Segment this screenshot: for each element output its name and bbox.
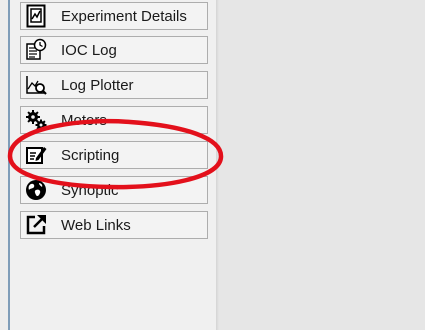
sidebar-item-label: Scripting (61, 146, 120, 164)
sidebar-item-ioc-log[interactable]: IOC Log (20, 36, 208, 64)
external-link-icon (21, 212, 51, 238)
sidebar-item-label: Log Plotter (61, 76, 134, 94)
sidebar-item-scripting[interactable]: Scripting (20, 141, 208, 169)
ioc-log-icon (21, 37, 51, 63)
log-plotter-icon (21, 72, 51, 98)
panel-divider (216, 0, 219, 330)
globe-icon (21, 177, 51, 203)
sidebar-item-label: Experiment Details (61, 7, 187, 25)
sidebar-item-experiment-details[interactable]: Experiment Details (20, 2, 208, 30)
sidebar-item-label: Synoptic (61, 181, 119, 199)
sidebar-item-motors[interactable]: Motors (20, 106, 208, 134)
edit-icon (21, 142, 51, 168)
sidebar-item-label: Web Links (61, 216, 131, 234)
sidebar-item-label: Motors (61, 111, 107, 129)
sidebar-item-log-plotter[interactable]: Log Plotter (20, 71, 208, 99)
sidebar-item-label: IOC Log (61, 41, 117, 59)
sidebar-item-synoptic[interactable]: Synoptic (20, 176, 208, 204)
gears-icon (21, 107, 51, 133)
experiment-details-icon (21, 3, 51, 29)
sidebar-item-web-links[interactable]: Web Links (20, 211, 208, 239)
